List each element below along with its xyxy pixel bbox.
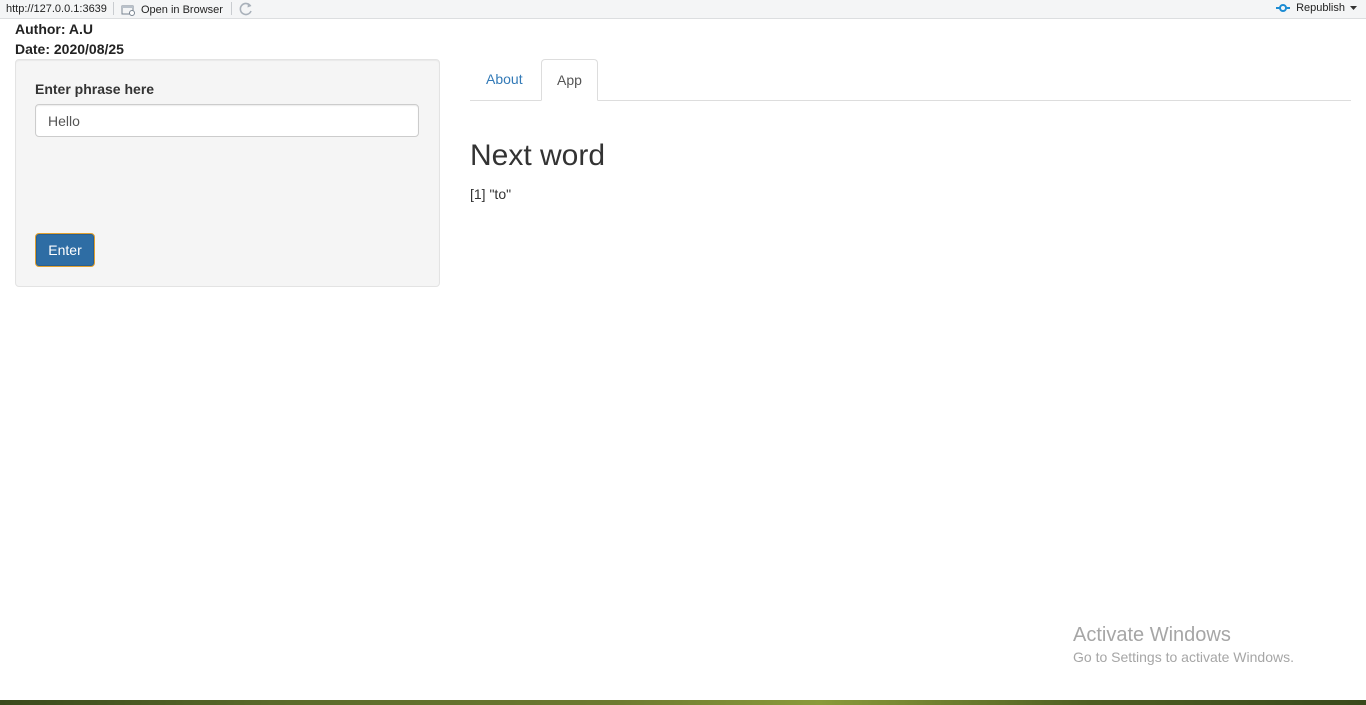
next-word-heading: Next word [470, 139, 606, 172]
prediction-output: [1] "to" [470, 186, 512, 202]
phrase-input[interactable] [35, 104, 419, 137]
chevron-down-icon[interactable] [1350, 5, 1357, 11]
enter-button[interactable]: Enter [35, 233, 95, 267]
refresh-icon[interactable] [238, 1, 254, 17]
author-line: Author: A.U [15, 21, 94, 37]
activate-windows-subtitle: Go to Settings to activate Windows. [1073, 649, 1294, 665]
toolbar-divider [113, 2, 114, 15]
open-in-browser-label: Open in Browser [141, 3, 223, 16]
desktop-background-strip [0, 700, 1366, 705]
activate-windows-title: Activate Windows [1073, 624, 1231, 646]
viewer-toolbar: http://127.0.0.1:3639 Open in Browser Re… [0, 0, 1366, 19]
open-in-browser-button[interactable]: Open in Browser [121, 2, 223, 17]
sidebar-panel: Enter phrase here Enter [15, 59, 440, 287]
open-in-browser-icon [121, 4, 136, 16]
phrase-input-label: Enter phrase here [35, 81, 155, 97]
republish-button[interactable]: Republish [1275, 2, 1357, 14]
tab-about[interactable]: About [471, 59, 538, 100]
url-display: http://127.0.0.1:3639 [6, 3, 107, 15]
toolbar-divider [231, 2, 232, 15]
publish-icon [1275, 2, 1291, 14]
date-line: Date: 2020/08/25 [15, 41, 124, 57]
tab-bar: About App [470, 59, 1351, 101]
tab-app[interactable]: App [541, 59, 598, 101]
republish-label: Republish [1296, 2, 1345, 14]
